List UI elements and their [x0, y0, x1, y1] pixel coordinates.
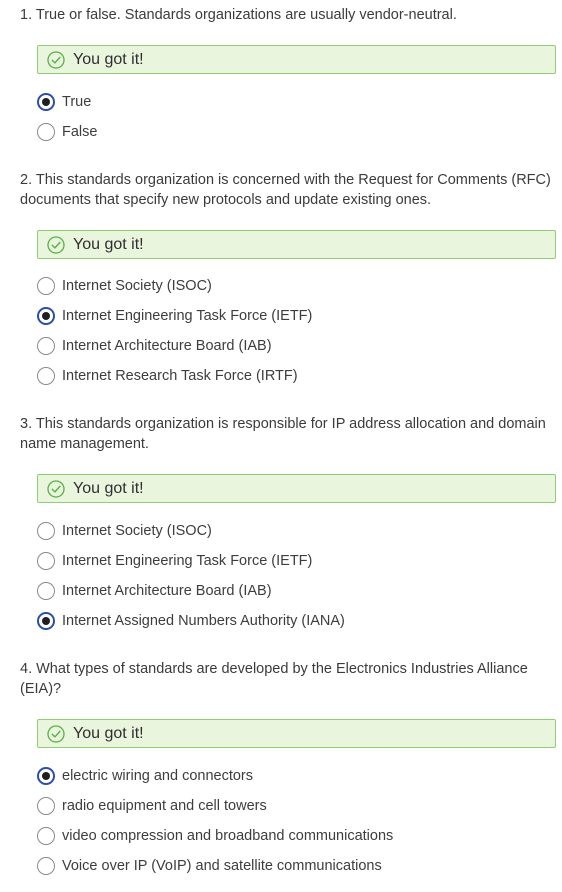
option-label: Internet Society (ISOC) — [62, 278, 212, 294]
radio-button[interactable] — [37, 797, 55, 815]
check-circle-icon — [47, 50, 65, 69]
option-label: Internet Society (ISOC) — [62, 523, 212, 539]
option-label: electric wiring and connectors — [62, 768, 254, 784]
option-label: radio equipment and cell towers — [62, 798, 267, 814]
option-label: Internet Research Task Force (IRTF) — [62, 368, 298, 384]
radio-button[interactable] — [37, 123, 55, 141]
question-text: 1. True or false. Standards organization… — [20, 5, 556, 25]
option-radio-equipment[interactable]: radio equipment and cell towers — [36, 795, 267, 817]
radio-button[interactable] — [37, 277, 55, 295]
option-ietf[interactable]: Internet Engineering Task Force (IETF) — [36, 550, 312, 572]
option-isoc[interactable]: Internet Society (ISOC) — [36, 275, 212, 297]
option-label: True — [62, 94, 92, 110]
radio-button[interactable] — [37, 337, 55, 355]
option-iana[interactable]: Internet Assigned Numbers Authority (IAN… — [36, 610, 345, 632]
question-number: 1. — [20, 7, 33, 23]
radio-button[interactable] — [37, 522, 55, 540]
question-text: 4. What types of standards are developed… — [20, 659, 556, 699]
feedback-text: You got it! — [73, 479, 144, 497]
feedback-banner: You got it! — [37, 45, 556, 74]
question-text: 3. This standards organization is respon… — [20, 414, 556, 454]
option-electric-wiring[interactable]: electric wiring and connectors — [36, 765, 253, 787]
option-iab[interactable]: Internet Architecture Board (IAB) — [36, 580, 272, 602]
option-irtf[interactable]: Internet Research Task Force (IRTF) — [36, 365, 298, 387]
radio-button[interactable] — [37, 367, 55, 385]
feedback-text: You got it! — [73, 235, 144, 253]
option-label: Internet Architecture Board (IAB) — [62, 583, 272, 599]
option-video-compression[interactable]: video compression and broadband communic… — [36, 825, 393, 847]
check-circle-icon — [47, 724, 65, 743]
feedback-text: You got it! — [73, 50, 144, 68]
question-prompt: True or false. Standards organizations a… — [35, 7, 457, 23]
option-label: Internet Architecture Board (IAB) — [62, 338, 272, 354]
option-label: video compression and broadband communic… — [62, 828, 394, 844]
feedback-text: You got it! — [73, 724, 144, 742]
option-true[interactable]: True — [36, 91, 91, 113]
radio-button[interactable] — [37, 582, 55, 600]
option-label: Internet Engineering Task Force (IETF) — [62, 553, 313, 569]
option-voip[interactable]: Voice over IP (VoIP) and satellite commu… — [36, 855, 382, 877]
option-label: Voice over IP (VoIP) and satellite commu… — [62, 858, 382, 874]
option-false[interactable]: False — [36, 121, 97, 143]
question-prompt: This standards organization is concerned… — [20, 172, 551, 208]
radio-button-selected[interactable] — [37, 307, 55, 325]
option-label: Internet Assigned Numbers Authority (IAN… — [62, 613, 345, 629]
check-circle-icon — [47, 479, 65, 498]
option-label: Internet Engineering Task Force (IETF) — [62, 308, 313, 324]
quiz: 1. True or false. Standards organization… — [0, 0, 562, 892]
question-prompt: What types of standards are developed by… — [20, 661, 528, 697]
feedback-banner: You got it! — [37, 474, 556, 503]
question-number: 3. — [20, 416, 33, 432]
radio-button-selected[interactable] — [37, 612, 55, 630]
feedback-banner: You got it! — [37, 230, 556, 259]
radio-button[interactable] — [37, 857, 55, 875]
question-number: 4. — [20, 661, 33, 677]
question-text: 2. This standards organization is concer… — [20, 170, 556, 210]
radio-button[interactable] — [37, 552, 55, 570]
option-isoc[interactable]: Internet Society (ISOC) — [36, 520, 212, 542]
radio-button-selected[interactable] — [37, 93, 55, 111]
option-iab[interactable]: Internet Architecture Board (IAB) — [36, 335, 272, 357]
question-prompt: This standards organization is responsib… — [20, 416, 546, 452]
radio-button[interactable] — [37, 827, 55, 845]
option-label: False — [62, 124, 98, 140]
feedback-banner: You got it! — [37, 719, 556, 748]
question-number: 2. — [20, 172, 33, 188]
radio-button-selected[interactable] — [37, 767, 55, 785]
check-circle-icon — [47, 235, 65, 254]
option-ietf[interactable]: Internet Engineering Task Force (IETF) — [36, 305, 312, 327]
